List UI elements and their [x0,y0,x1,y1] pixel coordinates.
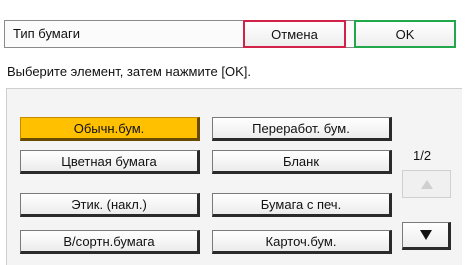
option-letterhead[interactable]: Бланк [212,150,392,174]
arrow-up-icon [420,179,433,189]
ok-button[interactable]: OK [354,20,456,48]
option-color-paper[interactable]: Цветная бумага [20,150,200,174]
header-bar: Тип бумаги Отмена OK [0,0,465,50]
option-high-grade[interactable]: В/сортн.бумага [20,230,200,254]
option-recycled-paper[interactable]: Переработ. бум. [212,117,392,141]
cancel-button[interactable]: Отмена [243,20,346,48]
option-preprinted[interactable]: Бумага с печ. [212,193,392,217]
option-cardstock[interactable]: Карточ.бум. [212,230,392,254]
option-labels[interactable]: Этик. (накл.) [20,193,200,217]
page-indicator: 1/2 [413,148,432,163]
arrow-down-icon [419,230,432,240]
scroll-up-button [402,170,451,198]
scroll-down-button[interactable] [402,222,451,250]
instruction-text: Выберите элемент, затем нажмите [OK]. [7,64,251,79]
page-title: Тип бумаги [13,26,80,41]
option-plain-paper[interactable]: Обычн.бум. [20,117,200,141]
